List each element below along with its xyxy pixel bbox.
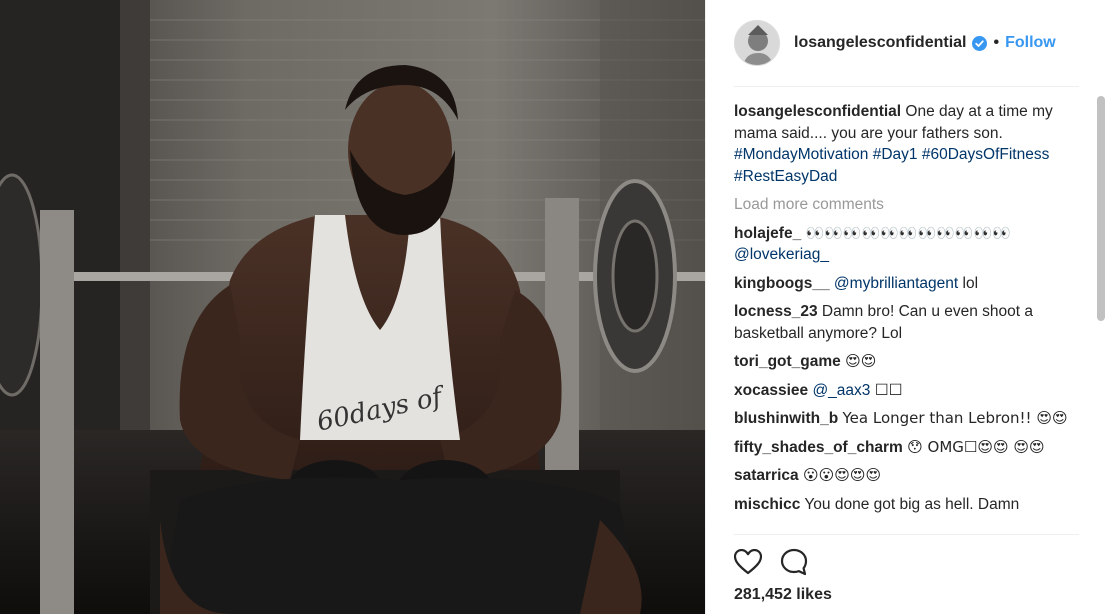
gym-photo-illustration: 60days of: [0, 0, 705, 614]
comment-text: lol: [962, 274, 979, 292]
comment-bubble-icon[interactable]: [780, 547, 812, 577]
verified-badge-icon: [972, 35, 988, 51]
comment-username[interactable]: blushinwith_b: [734, 410, 838, 427]
comment-text: Yea Longer than Lebron!! 😍😍: [842, 409, 1068, 427]
likes-count[interactable]: 281,452 likes: [734, 586, 832, 604]
post-photo[interactable]: 60days of: [0, 0, 705, 614]
header-divider: [734, 86, 1079, 87]
comment-username[interactable]: xocassiee: [734, 382, 808, 399]
comments-list[interactable]: losangelesconfidential One day at a time…: [734, 101, 1079, 537]
post-header: losangelesconfidential • Follow: [706, 0, 1109, 86]
comment-username[interactable]: satarrica: [734, 467, 799, 484]
comment-username[interactable]: mischicc: [734, 496, 800, 513]
comment: mischicc You done got big as hell. Damn: [734, 494, 1079, 516]
comment-mention[interactable]: @_aax3: [812, 382, 870, 399]
comment: blushinwith_b Yea Longer than Lebron!! 😍…: [734, 408, 1079, 430]
heart-icon[interactable]: [734, 547, 766, 577]
hashtag[interactable]: #Day1: [873, 146, 918, 163]
comment-mention[interactable]: @lovekeriag_: [734, 246, 829, 263]
post-side-panel: losangelesconfidential • Follow losangel…: [705, 0, 1109, 614]
comment-text: 😮😮😍😍😍: [802, 466, 882, 484]
comment-mention[interactable]: @mybrilliantagent: [834, 275, 958, 292]
comment-text: 😯 OMG☐😍😍 😍😍: [907, 437, 1045, 456]
comments-scrollbar[interactable]: [1097, 96, 1105, 321]
hashtag[interactable]: #RestEasyDad: [734, 168, 837, 185]
comment-text: 😍😍: [845, 352, 877, 370]
header-separator: •: [993, 34, 1000, 51]
comment-username[interactable]: fifty_shades_of_charm: [734, 439, 903, 456]
avatar[interactable]: [734, 20, 780, 66]
follow-button[interactable]: Follow: [1005, 34, 1056, 52]
caption-username[interactable]: losangelesconfidential: [734, 103, 901, 120]
comment-username[interactable]: tori_got_game: [734, 353, 841, 370]
comment-text: You done got big as hell. Damn: [804, 495, 1020, 513]
load-more-comments-button[interactable]: Load more comments: [734, 194, 1079, 216]
comment-username[interactable]: holajefe_: [734, 225, 801, 242]
comment: xocassiee @_aax3 ☐☐: [734, 380, 1079, 402]
comment: kingboogs__ @mybrilliantagent lol: [734, 273, 1079, 295]
avatar-image: [735, 21, 779, 65]
post-actions: [734, 547, 826, 577]
comment-username[interactable]: kingboogs__: [734, 275, 830, 292]
comment: fifty_shades_of_charm 😯 OMG☐😍😍 😍😍: [734, 437, 1079, 459]
comment: satarrica 😮😮😍😍😍: [734, 465, 1079, 487]
comment-username[interactable]: locness_23: [734, 303, 818, 320]
header-username[interactable]: losangelesconfidential: [794, 34, 966, 52]
comment: locness_23 Damn bro! Can u even shoot a …: [734, 301, 1079, 344]
post-caption: losangelesconfidential One day at a time…: [734, 101, 1079, 187]
comment: holajefe_ 👀👀👀👀👀👀👀👀👀👀👀 @lovekeriag_: [734, 223, 1079, 266]
actions-divider: [734, 534, 1079, 535]
hashtag[interactable]: #60DaysOfFitness: [922, 146, 1050, 163]
comment: tori_got_game 😍😍: [734, 351, 1079, 373]
hashtag[interactable]: #MondayMotivation: [734, 146, 868, 163]
instagram-post: 60days of losangelesconfidential • Follo…: [0, 0, 1109, 614]
comment-text: 👀👀👀👀👀👀👀👀👀👀👀: [805, 223, 1011, 242]
comment-text: ☐☐: [874, 381, 903, 399]
